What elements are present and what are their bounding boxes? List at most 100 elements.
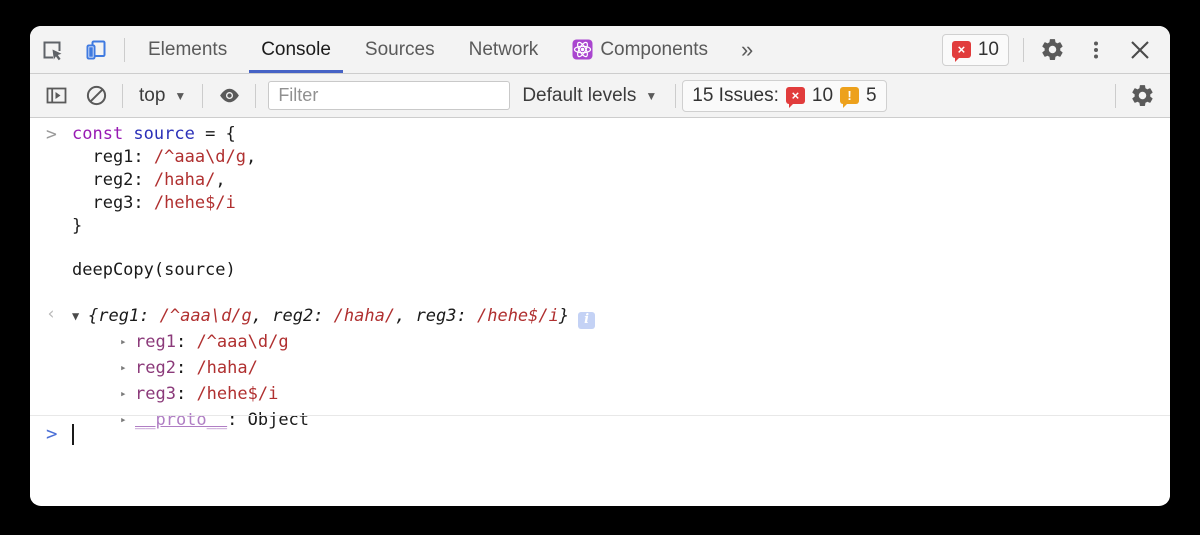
toolbar-right-controls <box>1109 75 1170 117</box>
clear-console-icon <box>85 84 108 107</box>
device-toolbar-button[interactable] <box>74 27 118 73</box>
console-prompt-divider <box>30 415 1170 416</box>
tab-label: Components <box>600 39 708 61</box>
preview-token: /haha/ <box>334 306 395 326</box>
console-settings-gear-icon <box>1130 83 1155 108</box>
log-levels-selector[interactable]: Default levels ▼ <box>510 85 669 107</box>
toolbar-divider-5 <box>1115 84 1116 108</box>
property-separator: : <box>176 355 196 381</box>
tab-label: Network <box>469 39 539 61</box>
execution-context-selector[interactable]: top ▼ <box>129 81 196 111</box>
tab-sources[interactable]: Sources <box>348 26 452 73</box>
console-result-line[interactable]: ‹ ▼ {reg1: /^aaa\d/g, reg2: /haha/, reg3… <box>30 303 1170 329</box>
code-token: = { <box>195 123 236 146</box>
property-name: __proto__ <box>135 407 227 433</box>
code-token: /hehe$/i <box>154 192 236 215</box>
code-token: } <box>72 215 82 238</box>
object-property-row[interactable]: ▸reg2: /haha/ <box>30 355 1170 381</box>
inspect-element-button[interactable] <box>30 27 74 73</box>
tab-network[interactable]: Network <box>452 26 556 73</box>
tab-components[interactable]: Components <box>555 26 725 73</box>
code-token: , <box>246 146 256 169</box>
more-options-button[interactable] <box>1074 27 1118 73</box>
console-settings-button[interactable] <box>1122 75 1162 117</box>
more-tabs-button[interactable]: » <box>725 26 769 73</box>
console-output-area[interactable]: >const source = { reg1: /^aaa\d/g, reg2:… <box>30 118 1170 504</box>
clear-console-button[interactable] <box>76 75 116 117</box>
error-count-label: 10 <box>978 39 999 61</box>
close-devtools-button[interactable] <box>1118 27 1162 73</box>
execution-context-label: top <box>139 85 165 107</box>
info-icon[interactable]: i <box>578 312 595 329</box>
tab-label: Console <box>261 39 331 61</box>
preview-token: } <box>559 306 569 326</box>
object-property-row[interactable]: ▸reg1: /^aaa\d/g <box>30 329 1170 355</box>
preview-token: {reg1: <box>88 306 160 326</box>
tab-label: Sources <box>365 39 435 61</box>
error-icon: × <box>952 41 971 58</box>
log-levels-label: Default levels <box>522 85 636 107</box>
console-toolbar: top ▼ Filter Default levels ▼ 15 Issues: <box>30 74 1170 118</box>
issues-counter[interactable]: 15 Issues: × 10 ! 5 <box>682 80 886 112</box>
console-input-echo: >const source = { reg1: /^aaa\d/g, reg2:… <box>30 118 1170 238</box>
toolbar-divider-3 <box>255 84 256 108</box>
tab-label: Elements <box>148 39 227 61</box>
property-name: reg1 <box>135 329 176 355</box>
console-prompt-row[interactable]: > <box>42 421 74 447</box>
preview-token: /hehe$/i <box>477 306 559 326</box>
console-input-prompt: > <box>42 123 72 146</box>
code-token: source <box>133 123 194 146</box>
live-expression-eye-icon <box>217 83 242 108</box>
console-call-expression: deepCopy(source) <box>72 259 236 282</box>
tab-console[interactable]: Console <box>244 26 348 73</box>
code-token: reg3: <box>72 192 154 215</box>
property-separator: : <box>227 407 247 433</box>
error-count-badge[interactable]: × 10 <box>942 34 1009 66</box>
console-call-expression-line: deepCopy(source) <box>30 259 1170 282</box>
property-name: reg2 <box>135 355 176 381</box>
toolbar-divider-2 <box>202 84 203 108</box>
console-result-properties: ▸reg1: /^aaa\d/g▸reg2: /haha/▸reg3: /heh… <box>30 329 1170 433</box>
preview-token: , reg2: <box>252 306 334 326</box>
console-input-line: reg1: /^aaa\d/g, <box>30 146 1170 169</box>
property-disclosure-triangle[interactable]: ▸ <box>120 329 135 355</box>
console-input-line: } <box>30 215 1170 238</box>
live-expression-button[interactable] <box>209 75 249 117</box>
chevron-down-icon: ▼ <box>174 90 186 102</box>
close-icon <box>1128 38 1152 62</box>
object-property-row[interactable]: ▸__proto__: Object <box>30 407 1170 433</box>
preview-token: /^aaa\d/g <box>160 306 252 326</box>
issues-warning-count: 5 <box>866 85 877 107</box>
toolbar-divider-1 <box>122 84 123 108</box>
issues-error-count: 10 <box>812 85 833 107</box>
property-value: /^aaa\d/g <box>196 329 288 355</box>
tabbar-right-controls: × 10 <box>942 27 1170 73</box>
property-name: reg3 <box>135 381 176 407</box>
tabbar-divider <box>124 38 125 62</box>
tabbar-right-divider <box>1023 38 1024 62</box>
object-property-row[interactable]: ▸reg3: /hehe$/i <box>30 381 1170 407</box>
issues-label: 15 Issues: <box>692 85 779 107</box>
console-input-line: >const source = { <box>30 123 1170 146</box>
filter-placeholder: Filter <box>278 85 318 106</box>
code-token: reg2: <box>72 169 154 192</box>
property-disclosure-triangle[interactable]: ▸ <box>120 407 135 433</box>
property-disclosure-triangle[interactable]: ▸ <box>120 381 135 407</box>
result-disclosure-triangle[interactable]: ▼ <box>72 303 88 329</box>
code-token: , <box>215 169 225 192</box>
property-separator: : <box>176 329 196 355</box>
console-prompt-chevron: > <box>42 423 72 445</box>
devtools-window: Elements Console Sources Network Compone… <box>30 26 1170 506</box>
return-value-arrow: ‹ <box>42 303 72 326</box>
settings-button[interactable] <box>1030 27 1074 73</box>
property-value: /haha/ <box>196 355 257 381</box>
console-sidebar-toggle-button[interactable] <box>36 75 76 117</box>
code-token: /^aaa\d/g <box>154 146 246 169</box>
code-token: /haha/ <box>154 169 215 192</box>
tab-elements[interactable]: Elements <box>131 26 244 73</box>
filter-input[interactable]: Filter <box>268 81 510 110</box>
issues-warning-icon: ! <box>840 87 859 104</box>
property-disclosure-triangle[interactable]: ▸ <box>120 355 135 381</box>
gear-icon <box>1040 37 1065 62</box>
show-console-sidebar-icon <box>45 84 68 107</box>
